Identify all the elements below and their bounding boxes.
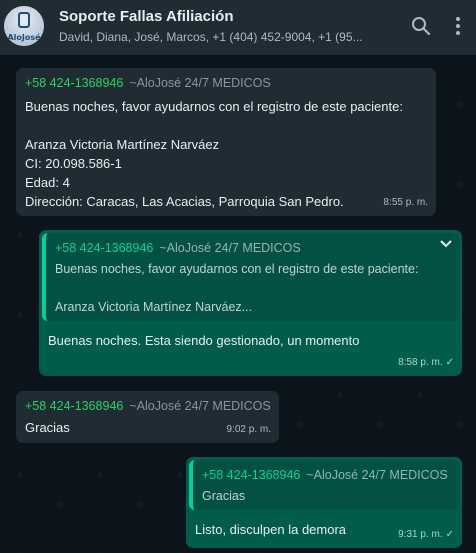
message-sender: +58 424-1368946 ~AloJosé 24/7 MEDICOS [25,397,271,416]
quoted-sender-number: +58 424-1368946 [55,241,154,255]
quoted-sender-alias: ~AloJosé 24/7 MEDICOS [159,241,301,255]
avatar-image: AloJosé [4,6,44,46]
message-time-text: 8:58 p. m. [398,357,443,368]
sender-number[interactable]: +58 424-1368946 [25,399,123,413]
quoted-text: Buenas noches, favor ayudarnos con el re… [55,262,419,314]
chat-title: Soporte Fallas Afiliación [59,8,234,25]
phone-logo-icon [18,12,30,28]
group-avatar[interactable]: AloJosé [4,6,44,46]
message-outgoing[interactable]: +58 424-1368946 ~AloJosé 24/7 MEDICOS Bue… [39,230,462,376]
quoted-sender: +58 424-1368946 ~AloJosé 24/7 MEDICOS [55,239,301,258]
message-text: Listo, disculpen la demora [195,522,347,537]
search-icon[interactable] [409,14,433,38]
quoted-message[interactable]: +58 424-1368946 ~AloJosé 24/7 MEDICOS Bue… [42,233,459,321]
message-time: 9:02 p. m. [226,424,271,435]
sender-alias: ~AloJosé 24/7 MEDICOS [129,399,271,413]
chat-participants: David, Diana, José, Marcos, +1 (404) 452… [59,30,363,44]
quoted-sender-alias: ~AloJosé 24/7 MEDICOS [306,468,448,482]
chevron-down-icon[interactable] [438,236,454,257]
sender-alias: ~AloJosé 24/7 MEDICOS [129,76,271,90]
message-list[interactable]: +58 424-1368946 ~AloJosé 24/7 MEDICOS Bue… [0,55,476,553]
message-incoming[interactable]: +58 424-1368946 ~AloJosé 24/7 MEDICOS Bue… [16,68,436,216]
message-text: Buenas noches, favor ayudarnos con el re… [25,99,403,209]
quoted-sender: +58 424-1368946 ~AloJosé 24/7 MEDICOS [202,466,448,485]
chat-header[interactable]: AloJosé Soporte Fallas Afiliación David,… [0,0,476,55]
message-outgoing[interactable]: +58 424-1368946 ~AloJosé 24/7 MEDICOS Gra… [186,457,462,548]
quoted-message[interactable]: +58 424-1368946 ~AloJosé 24/7 MEDICOS Gra… [189,460,459,510]
message-incoming[interactable]: +58 424-1368946 ~AloJosé 24/7 MEDICOS Gra… [16,391,279,443]
quoted-text: Gracias [202,489,246,503]
message-time: 8:58 p. m. ✓ [398,353,454,372]
message-sender: +58 424-1368946 ~AloJosé 24/7 MEDICOS [25,74,271,93]
sender-number[interactable]: +58 424-1368946 [25,76,123,90]
message-time: 9:31 p. m. ✓ [398,525,454,544]
message-text: Buenas noches. Esta siendo gestionado, u… [48,333,360,348]
check-icon: ✓ [445,357,454,368]
more-vertical-icon[interactable] [446,14,470,38]
message-time: 8:55 p. m. [383,197,428,208]
quoted-sender-number: +58 424-1368946 [202,468,301,482]
message-text: Gracias [25,420,70,435]
avatar-logo-text: AloJosé [7,33,41,42]
message-time-text: 9:31 p. m. [398,529,443,540]
check-icon: ✓ [445,529,454,540]
